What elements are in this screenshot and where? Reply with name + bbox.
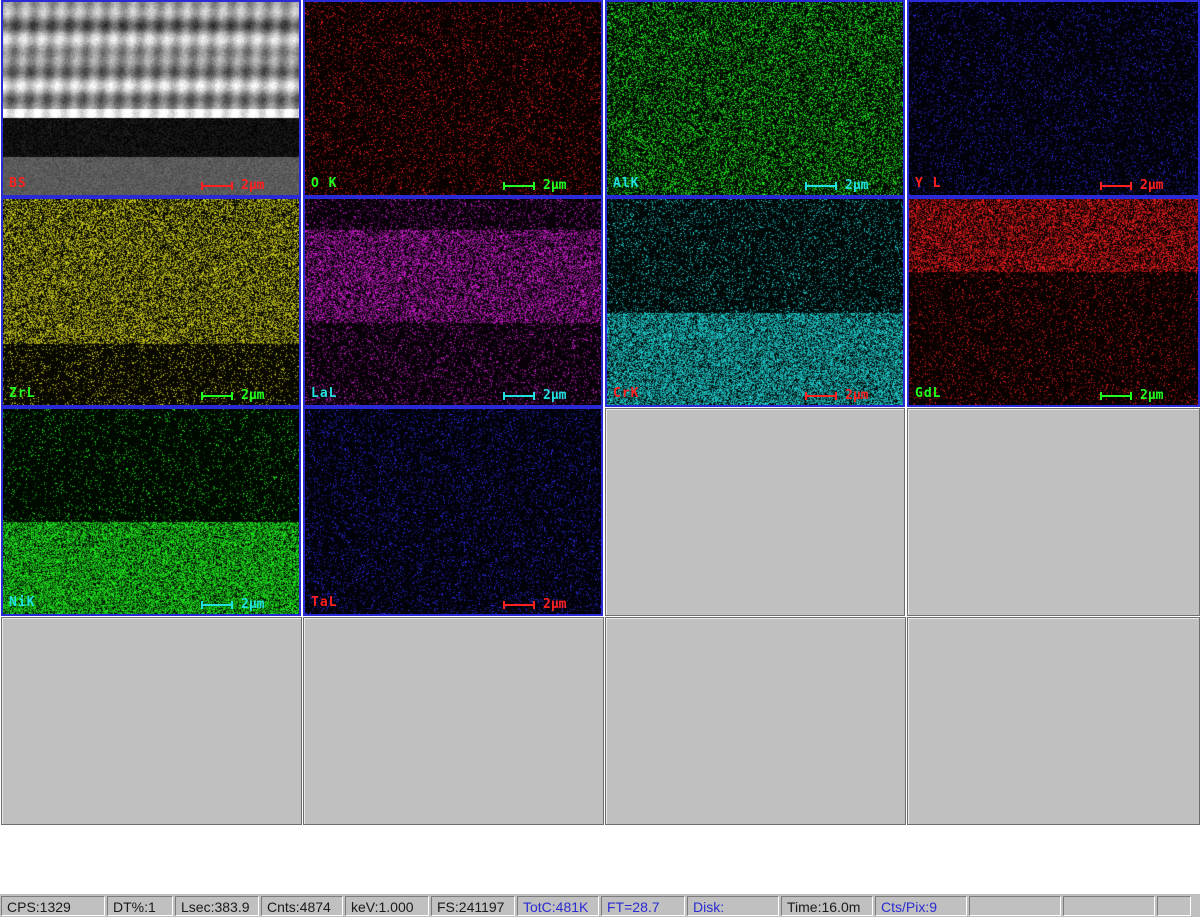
empty-map-slot[interactable] — [605, 617, 906, 825]
scale-bar: 2µm — [1100, 388, 1190, 403]
scale-bar: 2µm — [503, 597, 593, 612]
scale-bar: 2µm — [201, 597, 291, 612]
map-image — [305, 2, 601, 195]
status-empty-1 — [969, 895, 1061, 916]
map-label: GdL — [915, 386, 942, 401]
scale-text: 2µm — [1140, 178, 1164, 193]
map-image — [305, 199, 601, 405]
map-label: BS — [9, 176, 27, 191]
map-tile-bs[interactable]: BS 2µm — [1, 0, 301, 197]
scale-text: 2µm — [241, 388, 265, 403]
map-tile-ta-l[interactable]: TaL 2µm — [303, 407, 603, 616]
status-cts-pix: Cts/Pix:9 — [875, 895, 967, 916]
map-tile-zr-l[interactable]: ZrL 2µm — [1, 197, 301, 407]
map-label: ZrL — [9, 386, 36, 401]
scale-bar: 2µm — [201, 178, 291, 193]
map-image — [305, 409, 601, 614]
map-label: O K — [311, 176, 338, 191]
scale-bar: 2µm — [805, 388, 895, 403]
status-ft: FT=28.7 — [601, 895, 685, 916]
scale-text: 2µm — [241, 178, 265, 193]
map-tile-gd-l[interactable]: GdL 2µm — [907, 197, 1200, 407]
scale-bar: 2µm — [503, 388, 593, 403]
map-label: Y L — [915, 176, 942, 191]
status-fs: FS:241197 — [431, 895, 515, 916]
map-tile-y-l[interactable]: Y L 2µm — [907, 0, 1200, 197]
scale-text: 2µm — [543, 597, 567, 612]
empty-map-slot[interactable] — [1, 617, 302, 825]
map-label: LaL — [311, 386, 338, 401]
map-tile-o-k[interactable]: O K 2µm — [303, 0, 603, 197]
map-label: TaL — [311, 595, 338, 610]
map-image — [607, 199, 903, 405]
scale-text: 2µm — [1140, 388, 1164, 403]
status-cps: CPS:1329 — [1, 895, 105, 916]
map-image — [607, 2, 903, 195]
scale-text: 2µm — [543, 388, 567, 403]
map-image — [3, 199, 299, 405]
scale-text: 2µm — [543, 178, 567, 193]
scale-text: 2µm — [241, 597, 265, 612]
status-time: Time:16.0m — [781, 895, 873, 916]
status-empty-2 — [1063, 895, 1155, 916]
scale-bar: 2µm — [503, 178, 593, 193]
map-tile-cr-k[interactable]: CrK 2µm — [605, 197, 905, 407]
scale-text: 2µm — [845, 388, 869, 403]
map-tile-al-k[interactable]: AlK 2µm — [605, 0, 905, 197]
map-image — [3, 2, 299, 195]
status-kev: keV:1.000 — [345, 895, 429, 916]
scale-bar: 2µm — [201, 388, 291, 403]
map-label: NiK — [9, 595, 36, 610]
empty-map-slot[interactable] — [303, 617, 604, 825]
map-tile-ni-k[interactable]: NiK 2µm — [1, 407, 301, 616]
status-lsec: Lsec:383.9 — [175, 895, 259, 916]
map-tile-la-l[interactable]: LaL 2µm — [303, 197, 603, 407]
status-totc: TotC:481K — [517, 895, 599, 916]
status-cnts: Cnts:4874 — [261, 895, 343, 916]
empty-map-slot[interactable] — [605, 408, 905, 616]
status-empty-3 — [1157, 895, 1191, 916]
map-image — [909, 2, 1198, 195]
map-label: CrK — [613, 386, 640, 401]
scale-text: 2µm — [845, 178, 869, 193]
map-label: AlK — [613, 176, 640, 191]
status-dt: DT%:1 — [107, 895, 173, 916]
scale-bar: 2µm — [805, 178, 895, 193]
empty-map-slot[interactable] — [907, 408, 1200, 616]
scale-bar: 2µm — [1100, 178, 1190, 193]
status-bar: CPS:1329 DT%:1 Lsec:383.9 Cnts:4874 keV:… — [0, 893, 1200, 917]
map-image — [3, 409, 299, 614]
element-map-grid: BS 2µm O K 2µm AlK 2µm Y L 2µm ZrL 2µm L… — [0, 0, 1200, 826]
status-disk: Disk: — [687, 895, 779, 916]
map-image — [909, 199, 1198, 405]
empty-map-slot[interactable] — [907, 617, 1200, 825]
